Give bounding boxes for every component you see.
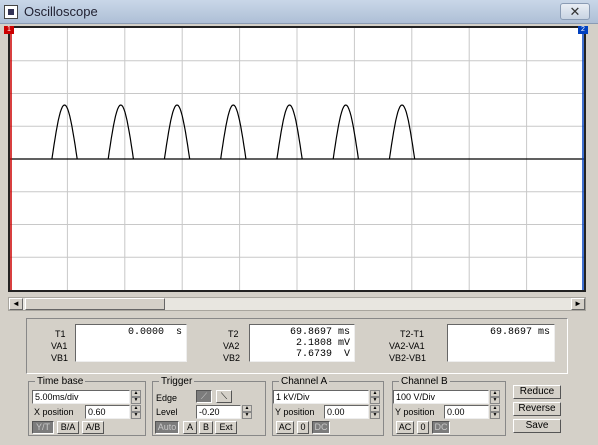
- channel-b-ac-button[interactable]: AC: [396, 421, 414, 434]
- level-field[interactable]: -0.20: [196, 405, 241, 419]
- trigger-title: Trigger: [161, 376, 193, 387]
- t21-unit: ms: [537, 327, 550, 338]
- va2-unit: mV: [337, 338, 350, 349]
- falling-edge-button[interactable]: ⟍: [216, 390, 232, 403]
- channel-b-dc-button[interactable]: DC: [432, 421, 450, 434]
- readout-difference: 69.8697 ms: [447, 324, 555, 362]
- readout-cursor1: 0.0000 s: [75, 324, 187, 362]
- cursor-1-marker[interactable]: 1: [4, 26, 14, 34]
- scope-plot: [10, 28, 584, 290]
- xpos-spinner[interactable]: ▲ ▼: [131, 405, 141, 419]
- t1-unit: s: [175, 327, 182, 338]
- trace-peak: [107, 104, 134, 160]
- channel-a-ac-button[interactable]: AC: [276, 421, 294, 434]
- channel-a-scale-spinner[interactable]: ▲ ▼: [370, 390, 380, 404]
- channel-a-ypos-label: Y position: [275, 407, 315, 417]
- vb21-label: VB2-VB1: [389, 353, 427, 363]
- channel-a-title: Channel A: [281, 376, 328, 387]
- reverse-button[interactable]: Reverse: [513, 402, 561, 416]
- channel-a-zero-button[interactable]: 0: [297, 421, 309, 434]
- channel-b-ypos-label: Y position: [395, 407, 435, 417]
- ba-button[interactable]: B/A: [57, 421, 79, 434]
- ext-button[interactable]: Ext: [215, 421, 237, 434]
- save-button[interactable]: Save: [513, 419, 561, 433]
- t21-value: 69.8697: [489, 327, 532, 338]
- title-bar: Oscilloscope ✕: [0, 0, 598, 24]
- channel-b-zero-button[interactable]: 0: [417, 421, 429, 434]
- rising-edge-button[interactable]: ⟋: [196, 390, 212, 403]
- t2-value: 69.8697: [289, 327, 332, 338]
- time-scrollbar[interactable]: ◄ ►: [8, 297, 586, 311]
- oscilloscope-screen: [8, 26, 586, 292]
- level-label: Level: [156, 407, 178, 417]
- trace-peak: [220, 104, 247, 160]
- channel-b-ypos-spinner[interactable]: ▲ ▼: [490, 405, 500, 419]
- trace-peak: [388, 104, 416, 160]
- cursor-2-marker[interactable]: 2: [578, 26, 588, 34]
- channel-a-scale-field[interactable]: 1 kV/Div: [273, 390, 369, 404]
- t1-value: 0.0000: [127, 327, 164, 338]
- yt-button[interactable]: Y/T: [32, 421, 54, 434]
- channel-b-scale-spinner[interactable]: ▲ ▼: [490, 390, 500, 404]
- level-spinner[interactable]: ▲ ▼: [242, 405, 252, 419]
- vb1-label: VB1: [51, 353, 69, 363]
- vb2-value: 7.6739: [295, 349, 332, 360]
- t21-label: T2-T1: [400, 329, 425, 339]
- va21-label: VA2-VA1: [389, 341, 425, 351]
- channel-b-ypos-field[interactable]: 0.00: [444, 405, 489, 419]
- measurement-panel: T1 VA1 VB1 0.0000 s T2 VA2 VB2 69.8697 m…: [26, 318, 568, 374]
- t2-unit: ms: [337, 327, 350, 338]
- channel-b-title: Channel B: [401, 376, 448, 387]
- va1-label: VA1: [51, 341, 68, 351]
- reduce-button[interactable]: Reduce: [513, 385, 561, 399]
- trigger-a-button[interactable]: A: [183, 421, 197, 434]
- oscilloscope-app-icon: [4, 5, 18, 19]
- xpos-label: X position: [34, 407, 74, 417]
- vb2-label: VB2: [223, 353, 241, 363]
- va2-label: VA2: [223, 341, 240, 351]
- vb2-unit: V: [343, 349, 350, 360]
- scroll-right-button[interactable]: ►: [571, 298, 585, 310]
- trace-peak: [163, 104, 191, 160]
- timebase-scale-field[interactable]: 5.00ms/div: [32, 390, 130, 404]
- t2-label: T2: [228, 329, 239, 339]
- channel-b-scale-field[interactable]: 100 V/Div: [393, 390, 489, 404]
- t1-label: T1: [55, 329, 66, 339]
- scroll-thumb[interactable]: [25, 298, 165, 310]
- va2-value: 2.1808: [295, 338, 332, 349]
- close-button[interactable]: ✕: [560, 3, 590, 20]
- trigger-b-button[interactable]: B: [199, 421, 213, 434]
- auto-button[interactable]: Auto: [155, 421, 179, 434]
- xpos-field[interactable]: 0.60: [85, 405, 130, 419]
- trace-peak: [276, 104, 303, 160]
- channel-a-ypos-field[interactable]: 0.00: [324, 405, 369, 419]
- readout-cursor2: 69.8697 ms 2.1808 mV 7.6739 V: [249, 324, 355, 362]
- timebase-scale-spinner[interactable]: ▲ ▼: [131, 390, 141, 404]
- edge-label: Edge: [156, 393, 178, 403]
- channel-a-dc-button[interactable]: DC: [312, 421, 330, 434]
- scroll-left-button[interactable]: ◄: [9, 298, 23, 310]
- trace-peak: [51, 104, 78, 160]
- window-title: Oscilloscope: [24, 4, 98, 19]
- channel-a-ypos-spinner[interactable]: ▲ ▼: [370, 405, 380, 419]
- timebase-title: Time base: [37, 376, 84, 387]
- ab-button[interactable]: A/B: [82, 421, 104, 434]
